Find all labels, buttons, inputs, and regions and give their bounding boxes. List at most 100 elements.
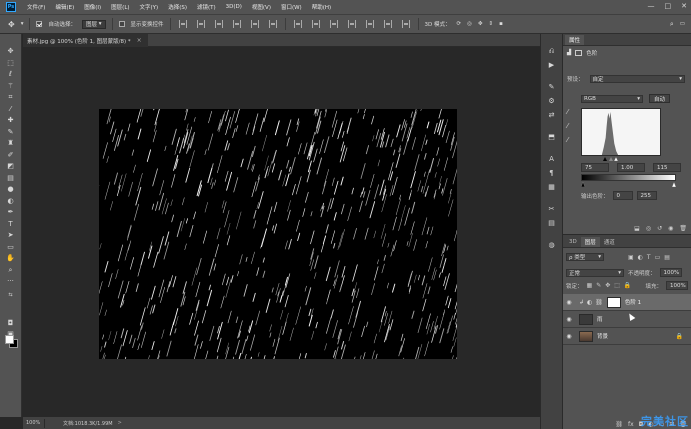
layer-row[interactable]: ◉ 背景 🔒 [563, 328, 691, 345]
eye-icon[interactable]: ◉ [563, 316, 575, 323]
auto-select-checkbox[interactable] [36, 21, 43, 27]
tool-presets-icon[interactable]: ⇄ [546, 108, 558, 122]
history-panel-icon[interactable]: ⎌ [546, 44, 558, 58]
menu-window[interactable]: 窗口(W) [276, 3, 307, 11]
healing-brush-tool-icon[interactable]: ✚ [4, 115, 18, 127]
preset-dropdown[interactable]: 自定 ▾ [589, 75, 685, 83]
distribute-hcenter-icon[interactable] [365, 20, 374, 28]
menu-edit[interactable]: 编辑(E) [50, 3, 79, 11]
filter-smart-icon[interactable]: ▤ [664, 254, 670, 261]
output-white-field[interactable]: 255 [636, 191, 657, 200]
menu-view[interactable]: 视图(V) [247, 3, 276, 11]
libraries-panel-icon[interactable]: ▤ [546, 216, 558, 230]
canvas-area[interactable] [23, 47, 540, 417]
tab-3d[interactable]: 3D [565, 237, 581, 247]
input-white-field[interactable]: 115 [653, 163, 681, 172]
crop-tool-icon[interactable]: ⌗ [4, 92, 18, 104]
distribute-vcenter-icon[interactable] [311, 20, 320, 28]
dodge-tool-icon[interactable]: ◐ [4, 196, 18, 208]
clone-stamp-tool-icon[interactable]: ♜ [4, 138, 18, 150]
clip-to-layer-icon[interactable]: ⬓ [634, 225, 640, 232]
marquee-tool-icon[interactable]: ⬚ [4, 58, 18, 70]
align-bottom-icon[interactable] [214, 20, 223, 28]
zoom-field[interactable]: 100% [23, 418, 45, 428]
mask-icon[interactable] [575, 50, 583, 56]
filter-shape-icon[interactable]: ▭ [655, 254, 661, 261]
brush-settings-icon[interactable]: ✎ [546, 80, 558, 94]
path-selection-tool-icon[interactable]: ➤ [4, 230, 18, 242]
character-panel-icon[interactable]: A [546, 152, 558, 166]
eye-icon[interactable]: ◉ [563, 299, 575, 306]
clone-source-icon[interactable]: ⚙ [546, 94, 558, 108]
filter-adjustment-icon[interactable]: ◐ [638, 254, 643, 261]
3d-pan-icon[interactable]: ✥ [478, 21, 483, 27]
reset-icon[interactable]: ↺ [657, 225, 662, 232]
hand-tool-icon[interactable]: ✋ [4, 253, 18, 265]
document-tab[interactable]: 素材.jpg @ 100% (色阶 1, 图层蒙版/8) * × [23, 34, 148, 47]
minimize-button[interactable]: — [648, 2, 655, 10]
adjustments-panel-icon[interactable]: ⬒ [546, 130, 558, 144]
quick-mask-icon[interactable]: ◘ [4, 318, 18, 330]
workspace-icon[interactable]: ▭ [680, 21, 685, 27]
eyedropper-tool-icon[interactable]: ⁄ [4, 104, 18, 116]
lock-artboard-icon[interactable]: ⬚ [614, 282, 620, 289]
opacity-field[interactable]: 100% [659, 268, 682, 277]
magic-wand-tool-icon[interactable]: ⚚ [4, 81, 18, 93]
filter-type-icon[interactable]: T [647, 254, 651, 261]
paragraph-panel-icon[interactable]: ¶ [546, 166, 558, 180]
visibility-icon[interactable]: ◉ [668, 225, 673, 232]
distribute-top-icon[interactable] [293, 20, 302, 28]
menu-layer[interactable]: 图层(L) [106, 3, 134, 11]
align-left-icon[interactable] [232, 20, 241, 28]
input-black-field[interactable]: 75 [581, 163, 609, 172]
glyphs-panel-icon[interactable]: ▦ [546, 180, 558, 194]
align-right-icon[interactable] [268, 20, 277, 28]
auto-align-icon[interactable] [401, 20, 410, 28]
3d-scale-icon[interactable]: ▪ [499, 21, 503, 27]
menu-file[interactable]: 文件(F) [22, 3, 50, 11]
zoom-tool-icon[interactable]: ⌕ [4, 265, 18, 277]
layer-mask-thumbnail[interactable] [606, 296, 621, 308]
lock-position-icon[interactable]: ✥ [605, 282, 610, 289]
view-previous-icon[interactable]: ◎ [646, 225, 651, 232]
input-gamma-field[interactable]: 1.00 [617, 163, 645, 172]
move-tool-icon[interactable]: ✥ [4, 46, 18, 58]
chevron-right-icon[interactable]: > [118, 420, 122, 426]
history-brush-tool-icon[interactable]: ✐ [4, 150, 18, 162]
distribute-right-icon[interactable] [383, 20, 392, 28]
tools-panel-icon[interactable]: ✂ [546, 202, 558, 216]
menu-3d[interactable]: 3D(D) [221, 4, 247, 10]
tab-layers[interactable]: 图层 [580, 237, 600, 247]
filter-pixel-icon[interactable]: ▣ [628, 254, 634, 261]
menu-help[interactable]: 帮助(H) [307, 3, 336, 11]
blend-mode-dropdown[interactable]: 正常 ▾ [566, 268, 624, 277]
rectangle-tool-icon[interactable]: ▭ [4, 242, 18, 254]
move-tool-icon[interactable]: ✥ [8, 20, 15, 29]
white-point-eyedropper-icon[interactable]: ⁄ [567, 136, 568, 144]
menu-type[interactable]: 文字(Y) [135, 3, 164, 11]
blur-tool-icon[interactable]: ● [4, 184, 18, 196]
output-black-field[interactable]: 0 [612, 191, 633, 200]
lock-paint-icon[interactable]: ✎ [596, 282, 601, 289]
pen-tool-icon[interactable]: ✒ [4, 207, 18, 219]
3d-roll-icon[interactable]: ◎ [467, 21, 472, 27]
3d-rotate-icon[interactable]: ⟳ [457, 21, 462, 27]
channel-dropdown[interactable]: RGB ▾ [581, 94, 643, 103]
distribute-left-icon[interactable] [347, 20, 356, 28]
brush-tool-icon[interactable]: ✎ [4, 127, 18, 139]
align-top-icon[interactable] [178, 20, 187, 28]
chevron-down-icon[interactable]: ▾ [21, 21, 24, 27]
lock-all-icon[interactable]: 🔒 [624, 282, 631, 289]
auto-button[interactable]: 自动 [649, 94, 671, 103]
eraser-tool-icon[interactable]: ◩ [4, 161, 18, 173]
link-layers-icon[interactable]: ⛓ [615, 421, 623, 428]
3d-panel-icon[interactable]: ◍ [546, 238, 558, 252]
output-sliders[interactable] [581, 182, 676, 187]
eye-icon[interactable]: ◉ [563, 333, 575, 340]
search-icon[interactable]: ⌕ [670, 20, 674, 29]
trash-icon[interactable]: 🗑 [679, 225, 687, 232]
black-point-eyedropper-icon[interactable]: ⁄ [567, 108, 568, 116]
tab-channels[interactable]: 通道 [600, 237, 619, 247]
menu-image[interactable]: 图像(I) [79, 3, 106, 11]
layer-style-icon[interactable]: fx [628, 421, 634, 428]
